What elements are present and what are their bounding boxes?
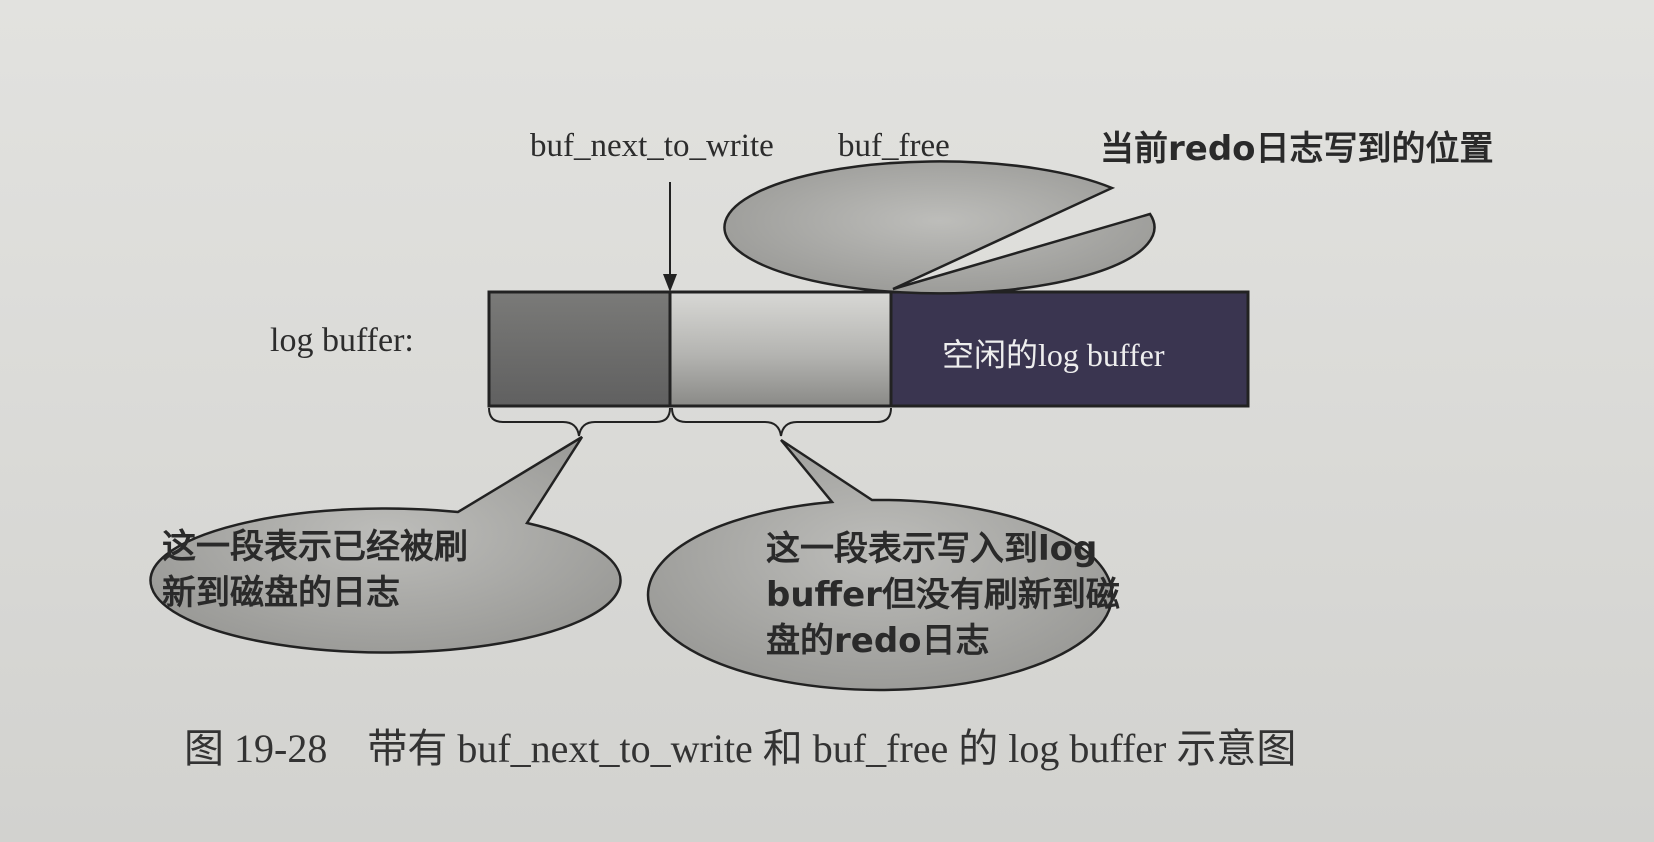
diagram-canvas: buf_next_to_write buf_free log buffer: 空… — [0, 0, 1654, 842]
buf-next-to-write-label: buf_next_to_write — [530, 128, 774, 164]
current-position-bubble — [723, 160, 1156, 295]
next-to-write-arrowhead — [663, 274, 677, 292]
unflushed-segment — [668, 290, 893, 408]
free-segment-label: 空闲的log buffer — [942, 337, 1165, 373]
flushed-segment — [487, 290, 672, 408]
unflushed-text: 这一段表示写入到log buffer但没有刷新到磁 盘的redo日志 — [766, 526, 1120, 664]
unflushed-brace — [671, 407, 892, 437]
figure-caption: 图 19-28 带有 buf_next_to_write 和 buf_free … — [184, 726, 1297, 771]
unflushed-text-line-2: buffer但没有刷新到磁 — [766, 575, 1120, 615]
unflushed-text-line-1: 这一段表示写入到log — [766, 529, 1098, 569]
flushed-text-line-1: 这一段表示已经被刷 — [162, 527, 468, 567]
current-position-text: 当前redo日志写到的位置 — [1100, 129, 1494, 169]
current-position-callout — [723, 160, 1156, 295]
flushed-text: 这一段表示已经被刷 新到磁盘的日志 — [162, 524, 468, 616]
buf-free-label: buf_free — [838, 128, 950, 164]
log-buffer-label: log buffer: — [270, 322, 414, 359]
unflushed-text-line-3: 盘的redo日志 — [766, 621, 990, 661]
flushed-text-line-2: 新到磁盘的日志 — [162, 573, 400, 613]
flushed-brace — [488, 407, 671, 437]
